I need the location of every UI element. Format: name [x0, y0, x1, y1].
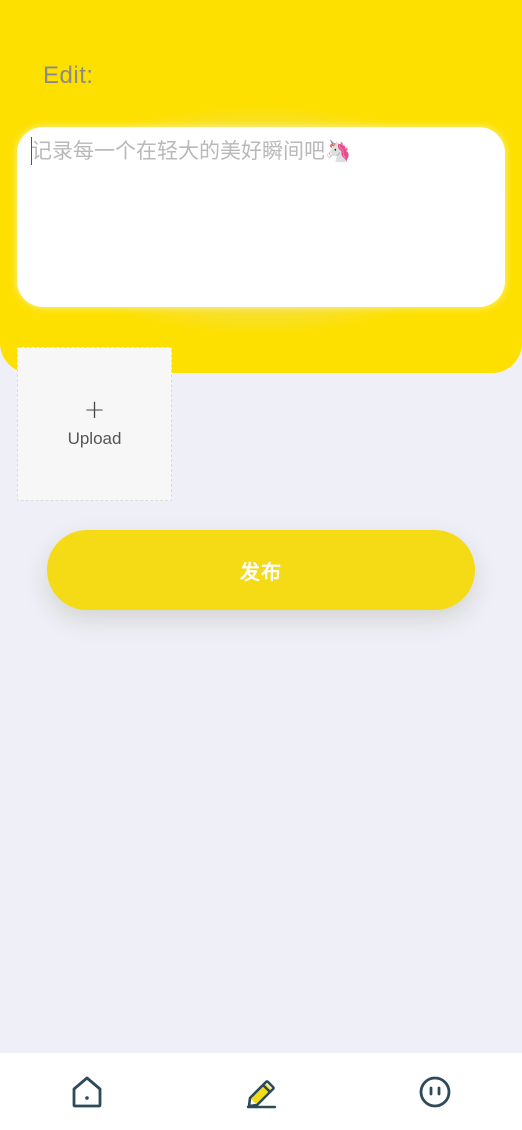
face-icon — [419, 1076, 451, 1107]
upload-label: Upload — [67, 429, 122, 448]
plus-icon: + — [83, 395, 106, 425]
bottom-tab-bar — [0, 1053, 522, 1130]
text-caret — [31, 137, 32, 165]
tab-edit[interactable] — [244, 1075, 278, 1109]
page-title: Edit: — [43, 62, 94, 89]
tab-home[interactable] — [70, 1075, 104, 1109]
edit-page: Edit: 记录每一个在轻大的美好瞬间吧🦄 + Upload 发布 — [0, 0, 522, 1130]
tab-profile[interactable] — [418, 1075, 452, 1109]
upload-button[interactable]: + Upload — [17, 347, 172, 501]
home-icon — [72, 1076, 102, 1107]
pencil-icon — [246, 1079, 277, 1108]
textarea-placeholder: 记录每一个在轻大的美好瞬间吧🦄 — [31, 139, 352, 163]
publish-button[interactable]: 发布 — [47, 530, 475, 610]
